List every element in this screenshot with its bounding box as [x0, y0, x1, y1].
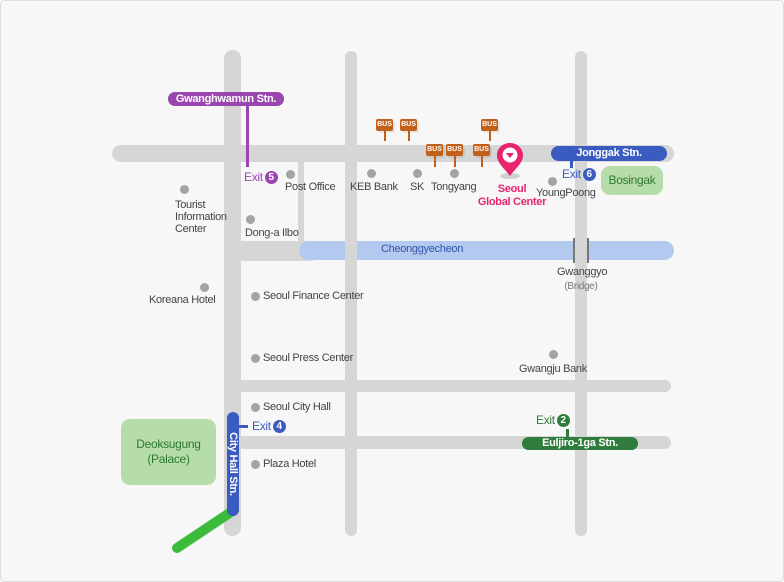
exit-2[interactable]: Exit 2: [536, 413, 570, 427]
landmark-dot: [285, 169, 295, 179]
city-hall-exit-connector: [239, 425, 248, 428]
landmark-dot: [250, 402, 260, 412]
bus-stop-icon: BUS: [376, 119, 393, 131]
bosingak-label: Bosingak: [608, 173, 656, 187]
bosingak-park: Bosingak: [601, 166, 663, 195]
bus-stop[interactable]: BUS: [481, 119, 498, 141]
landmark-tourist-information-center: Tourist Information Center: [175, 199, 227, 235]
bus-stop-pole: [480, 156, 483, 167]
landmark-dot: [199, 282, 209, 292]
gwanghwamun-station[interactable]: Gwanghwamun Stn.: [168, 92, 284, 106]
landmark-dot: [366, 168, 376, 178]
exit-4[interactable]: Exit 4: [252, 419, 286, 433]
landmark-seoul-finance-center: Seoul Finance Center: [263, 290, 364, 302]
landmark-dot: [547, 176, 557, 186]
landmark-seoul-city-hall: Seoul City Hall: [263, 401, 331, 413]
euljiro-exit-connector: [566, 429, 569, 437]
bus-stop[interactable]: BUS: [400, 119, 417, 141]
exit-6-badge: 6: [582, 168, 596, 181]
bus-stop-icon: BUS: [400, 119, 417, 131]
deoksugung-note: (Palace): [147, 452, 190, 466]
landmark-koreana-hotel: Koreana Hotel: [149, 294, 216, 306]
landmark-seoul-press-center: Seoul Press Center: [263, 352, 353, 364]
city-hall-station[interactable]: City Hall Stn.: [227, 412, 239, 516]
landmark-dot: [250, 459, 260, 469]
landmark-post-office: Post Office: [285, 181, 336, 193]
landmark-youngpoong: YoungPoong: [536, 187, 596, 199]
landmark-dot: [250, 353, 260, 363]
bus-stop-icon: BUS: [473, 144, 490, 156]
bus-stop-icon: BUS: [446, 144, 463, 156]
exit-4-badge: 4: [272, 420, 286, 433]
landmark-gwangju-bank: Gwangju Bank: [519, 363, 587, 375]
exit-2-badge: 2: [556, 414, 570, 427]
bus-stop-pole: [433, 156, 436, 167]
location-map: Cheonggyecheon Gwanggyo (Bridge) Bosinga…: [0, 0, 784, 582]
jonggak-station[interactable]: Jonggak Stn.: [551, 146, 667, 161]
bus-stop-pole: [407, 131, 410, 141]
landmark-dot: [548, 349, 558, 359]
landmark-keb-bank: KEB Bank: [350, 181, 398, 193]
landmark-dot: [179, 184, 189, 194]
bus-stop-icon: BUS: [481, 119, 498, 131]
bus-stop-icon: BUS: [426, 144, 443, 156]
landmark-dot: [449, 168, 459, 178]
bridge-note: (Bridge): [564, 281, 598, 292]
landmark-dong-a-ilbo: Dong-a Ilbo: [245, 227, 299, 239]
exit-4-label: Exit: [252, 419, 271, 433]
road-vertical-right: [575, 51, 587, 536]
tourist-line2: Information: [175, 211, 227, 223]
landmark-dot: [250, 291, 260, 301]
exit-5-badge: 5: [264, 171, 278, 184]
bridge-name: Gwanggyo: [557, 266, 608, 278]
landmark-dot: [412, 168, 422, 178]
bus-stop[interactable]: BUS: [376, 119, 393, 141]
deoksugung-palace: Deoksugung (Palace): [121, 419, 216, 485]
exit-2-label: Exit: [536, 413, 555, 427]
road-network: [112, 50, 674, 553]
bus-stop[interactable]: BUS: [446, 144, 463, 167]
bus-stop-pole: [383, 131, 386, 141]
road-horizontal-a: [233, 380, 671, 392]
tourist-line3: Center: [175, 223, 207, 235]
subway-line-green: [172, 507, 236, 553]
landmark-tongyang: Tongyang: [431, 181, 477, 193]
deoksugung-name: Deoksugung: [136, 437, 201, 451]
exit-5[interactable]: Exit 5: [244, 170, 278, 184]
euljiro-station[interactable]: Euljiro-1ga Stn.: [522, 437, 638, 450]
tourist-line1: Tourist: [175, 199, 206, 211]
landmark-sk: SK: [410, 181, 425, 193]
landmark-plaza-hotel: Plaza Hotel: [263, 458, 316, 470]
location-pin-icon[interactable]: [495, 141, 525, 181]
bus-stop[interactable]: BUS: [473, 144, 490, 167]
landmark-dot: [245, 214, 255, 224]
city-hall-station-label: City Hall Stn.: [227, 432, 239, 496]
gwanghwamun-exit-connector: [246, 106, 249, 167]
bus-stop-pole: [488, 131, 491, 141]
stream-label: Cheonggyecheon: [381, 243, 464, 255]
exit-6[interactable]: Exit 6: [562, 167, 596, 181]
exit-5-label: Exit: [244, 170, 263, 184]
bus-stop-pole: [453, 156, 456, 167]
bus-stop[interactable]: BUS: [426, 144, 443, 167]
exit-6-label: Exit: [562, 167, 581, 181]
